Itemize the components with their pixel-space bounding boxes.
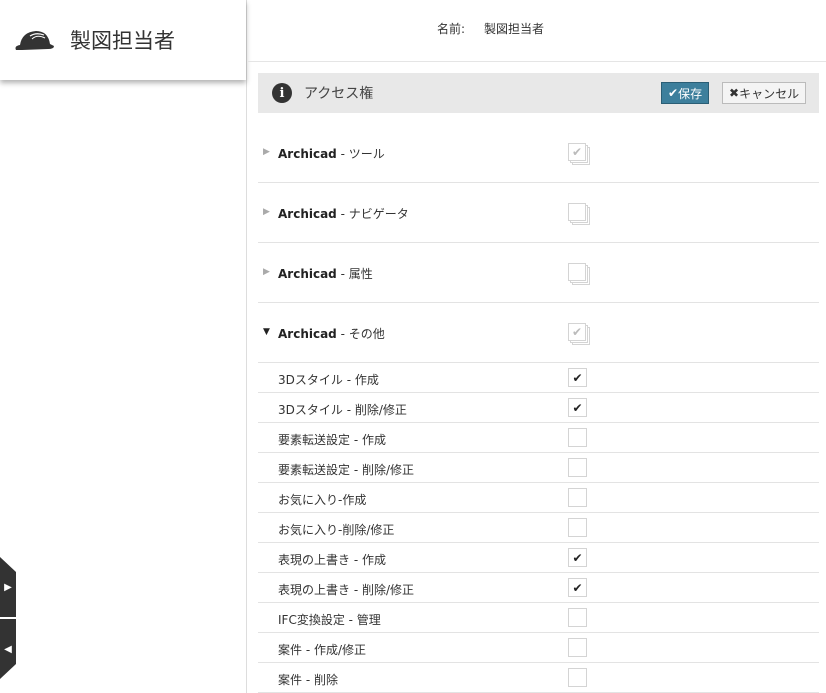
permission-group[interactable]: ▼ Archicad - その他 ✔ bbox=[258, 303, 819, 363]
permission-row: 案件 - 作成/修正 bbox=[258, 633, 819, 663]
section-title: アクセス権 bbox=[304, 86, 374, 102]
permission-label: 要素転送設定 - 作成 bbox=[278, 433, 386, 447]
permission-label: 表現の上書き - 削除/修正 bbox=[278, 583, 415, 597]
name-row: 名前: 製図担当者 bbox=[248, 0, 826, 62]
expand-panel-button[interactable]: ▶ bbox=[0, 557, 16, 617]
permission-row: 3Dスタイル - 作成 ✔ bbox=[258, 363, 819, 393]
empty-check-icon bbox=[568, 203, 586, 221]
info-icon: i bbox=[272, 83, 292, 103]
permission-checkbox[interactable] bbox=[568, 638, 587, 657]
permission-label: 案件 - 作成/修正 bbox=[278, 643, 367, 657]
permission-checkbox[interactable] bbox=[568, 668, 587, 687]
permission-checkbox[interactable]: ✔ bbox=[568, 368, 587, 387]
left-panel: 製図担当者 ▶ ◀ bbox=[0, 0, 247, 693]
role-card: 製図担当者 bbox=[0, 0, 246, 80]
check-icon: ✔ bbox=[572, 580, 583, 595]
permission-label: IFC変換設定 - 管理 bbox=[278, 613, 381, 627]
partial-check-icon: ✔ bbox=[568, 323, 586, 341]
permissions-list: ▶ Archicad - ツール ✔ ▶ Archicad - ナビゲータ ▶ A… bbox=[258, 123, 819, 693]
permission-checkbox[interactable] bbox=[568, 458, 587, 477]
check-icon: ✔ bbox=[572, 550, 583, 565]
check-icon: ✔ bbox=[668, 86, 679, 100]
group-checkbox[interactable]: ✔ bbox=[568, 323, 590, 345]
permission-row: 3Dスタイル - 削除/修正 ✔ bbox=[258, 393, 819, 423]
permission-checkbox[interactable] bbox=[568, 428, 587, 447]
name-label: 名前: bbox=[437, 22, 466, 36]
caret-right-icon[interactable]: ▶ bbox=[263, 267, 270, 277]
group-checkbox[interactable] bbox=[568, 263, 590, 285]
collapse-panel-button[interactable]: ◀ bbox=[0, 619, 16, 679]
permission-checkbox[interactable] bbox=[568, 518, 587, 537]
close-icon: ✖ bbox=[729, 86, 740, 100]
group-label[interactable]: Archicad - その他 bbox=[278, 325, 385, 342]
permission-label: お気に入り-作成 bbox=[278, 493, 367, 507]
permission-checkbox[interactable]: ✔ bbox=[568, 548, 587, 567]
permission-group[interactable]: ▶ Archicad - ツール ✔ bbox=[258, 123, 819, 183]
caret-right-icon[interactable]: ▶ bbox=[263, 207, 270, 217]
role-title: 製図担当者 bbox=[70, 29, 175, 53]
empty-check-icon bbox=[568, 263, 586, 281]
permission-row: IFC変換設定 - 管理 bbox=[258, 603, 819, 633]
permission-label: 3Dスタイル - 削除/修正 bbox=[278, 403, 407, 417]
permission-row: 案件 - 削除 bbox=[258, 663, 819, 693]
permission-label: 表現の上書き - 作成 bbox=[278, 553, 386, 567]
permission-group[interactable]: ▶ Archicad - ナビゲータ bbox=[258, 183, 819, 243]
arrow-right-icon: ▶ bbox=[4, 581, 12, 593]
permission-label: お気に入り-削除/修正 bbox=[278, 523, 395, 537]
check-icon: ✔ bbox=[572, 400, 583, 415]
permission-label: 要素転送設定 - 削除/修正 bbox=[278, 463, 415, 477]
permission-checkbox[interactable]: ✔ bbox=[568, 398, 587, 417]
helmet-icon bbox=[15, 31, 54, 50]
group-label[interactable]: Archicad - ナビゲータ bbox=[278, 205, 409, 222]
group-label[interactable]: Archicad - 属性 bbox=[278, 265, 373, 282]
permission-row: 表現の上書き - 作成 ✔ bbox=[258, 543, 819, 573]
save-button[interactable]: ✔ 保存 bbox=[661, 82, 710, 104]
permission-checkbox[interactable]: ✔ bbox=[568, 578, 587, 597]
permission-row: 要素転送設定 - 作成 bbox=[258, 423, 819, 453]
name-value: 製図担当者 bbox=[484, 22, 545, 36]
permission-row: お気に入り-削除/修正 bbox=[258, 513, 819, 543]
cancel-button[interactable]: ✖ キャンセル bbox=[722, 82, 807, 104]
caret-down-icon[interactable]: ▼ bbox=[263, 327, 270, 337]
permission-group[interactable]: ▶ Archicad - 属性 bbox=[258, 243, 819, 303]
partial-check-icon: ✔ bbox=[568, 143, 586, 161]
group-checkbox[interactable]: ✔ bbox=[568, 143, 590, 165]
access-rights-header: i アクセス権 ✔ 保存 ✖ キャンセル bbox=[258, 73, 819, 113]
check-icon: ✔ bbox=[572, 370, 583, 385]
permission-checkbox[interactable] bbox=[568, 608, 587, 627]
permission-row: 表現の上書き - 削除/修正 ✔ bbox=[258, 573, 819, 603]
permission-checkbox[interactable] bbox=[568, 488, 587, 507]
caret-right-icon[interactable]: ▶ bbox=[263, 147, 270, 157]
permission-label: 案件 - 削除 bbox=[278, 673, 338, 687]
permission-label: 3Dスタイル - 作成 bbox=[278, 373, 379, 387]
group-label[interactable]: Archicad - ツール bbox=[278, 145, 385, 162]
arrow-left-icon: ◀ bbox=[4, 643, 12, 655]
permission-row: お気に入り-作成 bbox=[258, 483, 819, 513]
permission-row: 要素転送設定 - 削除/修正 bbox=[258, 453, 819, 483]
group-checkbox[interactable] bbox=[568, 203, 590, 225]
